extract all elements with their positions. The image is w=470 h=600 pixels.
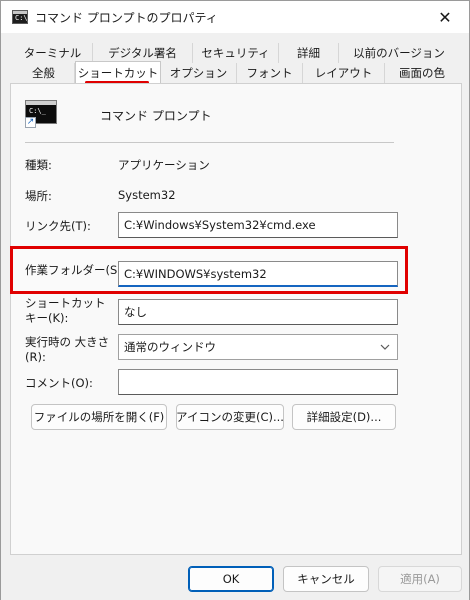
hotkey-field[interactable]: なし — [118, 299, 398, 325]
tab-colors[interactable]: 画面の色 — [385, 63, 459, 83]
comment-label: コメント(O): — [25, 376, 93, 390]
change-icon-button[interactable]: アイコンの変更(C)... — [176, 404, 284, 430]
hotkey-label: ショートカット キー(K): — [25, 296, 106, 325]
tab-details[interactable]: 詳細 — [279, 43, 339, 63]
advanced-button[interactable]: 詳細設定(D)... — [292, 404, 396, 430]
title-bar: C:\_ コマンド プロンプトのプロパティ ✕ — [1, 1, 469, 33]
tab-previous-versions[interactable]: 以前のバージョン — [339, 43, 459, 63]
apply-button[interactable]: 適用(A) — [378, 566, 462, 592]
type-value: アプリケーション — [118, 158, 210, 172]
run-select[interactable]: 通常のウィンドウ — [118, 334, 398, 360]
start-in-field[interactable]: C:¥WINDOWS¥system32 — [118, 261, 398, 287]
app-name: コマンド プロンプト — [100, 109, 212, 123]
chevron-down-icon — [380, 344, 390, 350]
tab-digital-signature[interactable]: デジタル署名 — [93, 43, 193, 63]
target-field[interactable]: C:¥Windows¥System32¥cmd.exe — [118, 212, 398, 238]
location-label: 場所: — [25, 189, 52, 203]
properties-window: C:\_ コマンド プロンプトのプロパティ ✕ ターミナル デジタル署名 セキュ… — [0, 0, 470, 600]
start-in-label: 作業フォルダー(S): — [25, 263, 126, 277]
open-file-location-button[interactable]: ファイルの場所を開く(F) — [31, 404, 167, 430]
run-label: 実行時の 大きさ(R): — [25, 335, 110, 364]
separator — [25, 142, 394, 143]
command-prompt-icon: C:\_ — [12, 10, 32, 24]
run-select-value: 通常のウィンドウ — [124, 340, 216, 354]
target-label: リンク先(T): — [25, 219, 91, 233]
shortcut-arrow-icon: ↗ — [25, 117, 36, 128]
tab-font[interactable]: フォント — [237, 63, 303, 83]
close-icon[interactable]: ✕ — [421, 1, 469, 33]
window-title: コマンド プロンプトのプロパティ — [35, 11, 218, 25]
cancel-button[interactable]: キャンセル — [283, 566, 369, 592]
location-value: System32 — [118, 188, 176, 202]
type-label: 種類: — [25, 158, 52, 172]
ok-button[interactable]: OK — [188, 566, 274, 592]
tab-layout[interactable]: レイアウト — [303, 63, 385, 83]
tab-terminal[interactable]: ターミナル — [13, 43, 93, 63]
tab-options[interactable]: オプション — [161, 63, 237, 83]
comment-field[interactable] — [118, 369, 398, 395]
tab-security[interactable]: セキュリティ — [193, 43, 279, 63]
dialog-buttons-bar: OK キャンセル 適用(A) — [1, 556, 469, 600]
tab-general[interactable]: 全般 — [13, 63, 75, 83]
